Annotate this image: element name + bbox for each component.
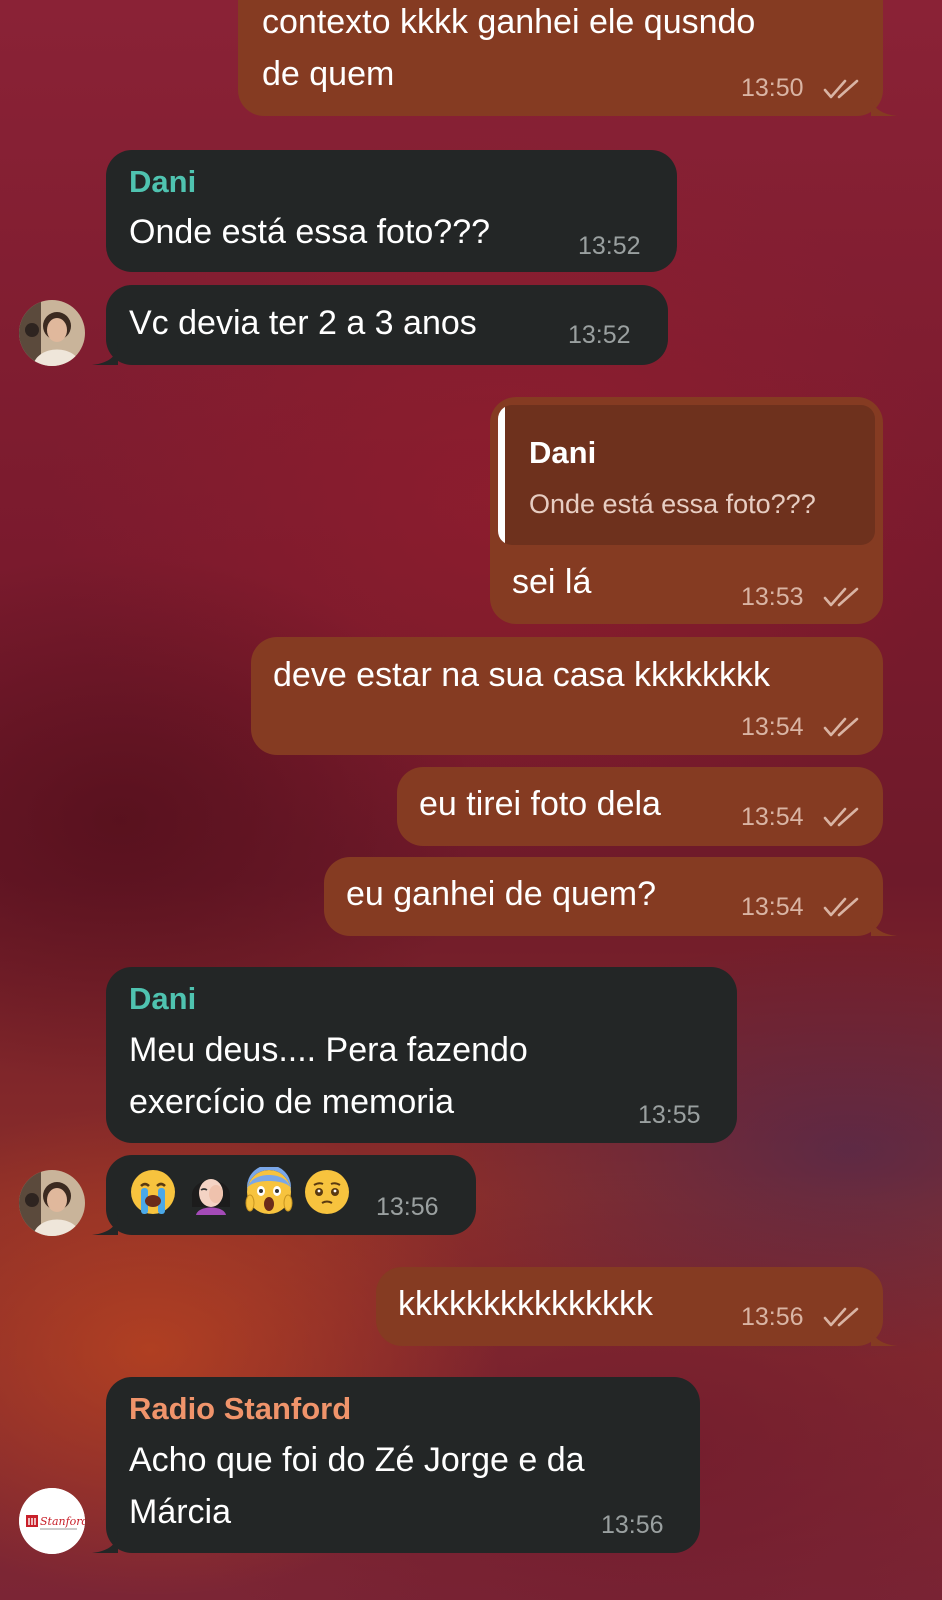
emoji-row xyxy=(128,1167,352,1223)
sender-name[interactable]: Dani xyxy=(129,981,196,1017)
message-time: 13:56 xyxy=(741,1303,804,1331)
read-double-check-icon xyxy=(823,806,863,828)
quote-sender-name: Dani xyxy=(529,435,597,470)
radio-stanford-logo-icon: Stanford xyxy=(19,1488,85,1554)
face-screaming-in-fear-icon xyxy=(245,1167,293,1214)
read-double-check-icon xyxy=(823,1306,863,1328)
message-bubble-outgoing[interactable]: deve estar na sua casa kkkkkkkk 13:54 xyxy=(251,637,883,755)
message-bubble-outgoing-reply[interactable]: Dani Onde está essa foto??? sei lá 13:53 xyxy=(490,397,883,624)
message-time: 13:50 xyxy=(741,74,804,102)
message-bubble-outgoing[interactable]: contexto kkkk ganhei ele qusndo de quem … xyxy=(238,0,883,116)
bubble-tail xyxy=(92,1531,118,1553)
message-text: Meu deus.... Pera fazendo exercício de m… xyxy=(129,1031,528,1121)
woman-facepalming-icon xyxy=(191,1179,231,1215)
message-text: Vc devia ter 2 a 3 anos xyxy=(129,304,477,342)
message-time: 13:52 xyxy=(578,232,641,260)
quote-text: Onde está essa foto??? xyxy=(529,489,816,519)
radio-stanford-avatar[interactable]: Stanford xyxy=(19,1488,85,1554)
sender-name[interactable]: Radio Stanford xyxy=(129,1391,351,1427)
message-bubble-incoming[interactable]: Vc devia ter 2 a 3 anos 13:52 xyxy=(106,285,668,365)
message-time: 13:52 xyxy=(568,321,631,349)
message-text: Acho que foi do Zé Jorge e da Márcia xyxy=(129,1441,585,1531)
pleading-face-icon xyxy=(305,1170,349,1214)
bubble-tail xyxy=(871,94,897,116)
message-bubble-outgoing[interactable]: eu tirei foto dela 13:54 xyxy=(397,767,883,846)
quote-bar xyxy=(498,405,505,545)
message-time: 13:56 xyxy=(601,1511,664,1539)
bubble-tail xyxy=(871,1324,897,1346)
loudly-crying-face-icon xyxy=(131,1170,175,1214)
reply-quote[interactable]: Dani Onde está essa foto??? xyxy=(498,405,875,545)
message-time: 13:53 xyxy=(741,583,804,611)
bubble-tail xyxy=(871,914,897,936)
message-time: 13:56 xyxy=(376,1193,439,1221)
read-double-check-icon xyxy=(823,78,863,100)
bubble-tail xyxy=(92,343,118,365)
message-time: 13:54 xyxy=(741,803,804,831)
read-double-check-icon xyxy=(823,896,863,918)
message-text: eu ganhei de quem? xyxy=(346,875,657,913)
message-bubble-incoming[interactable]: 13:56 xyxy=(106,1155,476,1235)
message-text: contexto kkkk ganhei ele qusndo de quem xyxy=(262,3,756,93)
message-bubble-incoming[interactable]: Dani Onde está essa foto??? 13:52 xyxy=(106,150,677,272)
message-text: eu tirei foto dela xyxy=(419,785,661,823)
stanford-logo-text: Stanford xyxy=(40,1515,85,1528)
message-text: kkkkkkkkkkkkkkk xyxy=(398,1285,653,1323)
read-double-check-icon xyxy=(823,716,863,738)
message-text: deve estar na sua casa kkkkkkkk xyxy=(273,656,771,694)
message-time: 13:54 xyxy=(741,893,804,921)
message-bubble-incoming[interactable]: Dani Meu deus.... Pera fazendo exercício… xyxy=(106,967,737,1143)
message-bubble-incoming[interactable]: Radio Stanford Acho que foi do Zé Jorge … xyxy=(106,1377,700,1553)
message-bubble-outgoing[interactable]: eu ganhei de quem? 13:54 xyxy=(324,857,883,936)
message-bubble-outgoing[interactable]: kkkkkkkkkkkkkkk 13:56 xyxy=(376,1267,883,1346)
message-time: 13:54 xyxy=(741,713,804,741)
read-double-check-icon xyxy=(823,586,863,608)
dani-avatar[interactable] xyxy=(19,300,85,366)
sender-name[interactable]: Dani xyxy=(129,164,196,200)
message-time: 13:55 xyxy=(638,1101,701,1129)
bubble-tail xyxy=(92,1213,118,1235)
message-text: sei lá xyxy=(512,563,592,601)
message-text: Onde está essa foto??? xyxy=(129,213,491,251)
dani-avatar[interactable] xyxy=(19,1170,85,1236)
